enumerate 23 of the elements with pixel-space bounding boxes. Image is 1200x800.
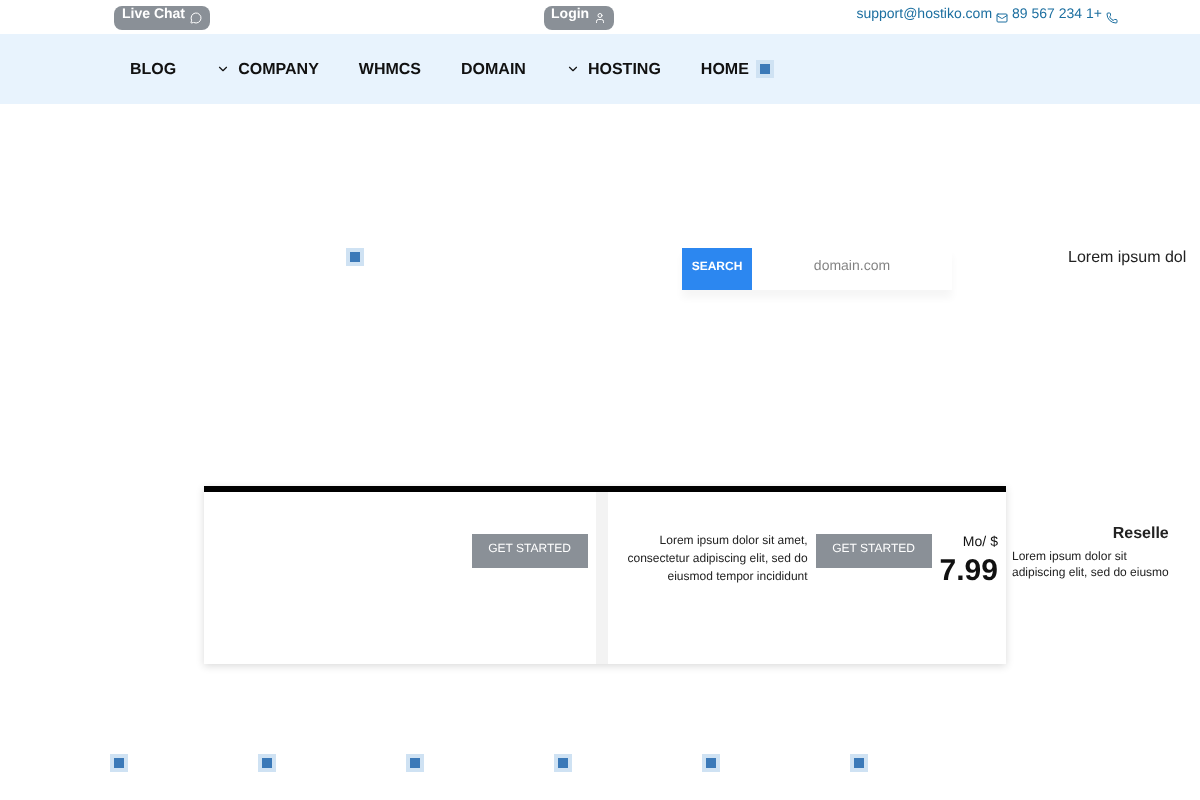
- broken-image-icon: [258, 754, 276, 772]
- broken-image-icon: [702, 754, 720, 772]
- nav-link[interactable]: HOME: [700, 57, 775, 81]
- broken-image-icon: [756, 60, 775, 78]
- broken-image-icon: [110, 754, 128, 772]
- nav-link[interactable]: WHMCS: [358, 57, 422, 81]
- nav-link[interactable]: BLOG: [130, 57, 177, 81]
- phone-icon: [1106, 11, 1118, 23]
- lorem-text: Lorem ipsum dol: [1068, 246, 1187, 270]
- user-icon: [593, 11, 606, 23]
- mail-icon: [996, 11, 1009, 23]
- broken-image-icon: [346, 248, 364, 266]
- caret-icon: [565, 62, 580, 76]
- nav-link[interactable]: COMPANY: [216, 57, 319, 81]
- plan-title: Reselle: [1112, 522, 1169, 546]
- nav-link[interactable]: DOMAIN: [461, 57, 526, 81]
- nav-link[interactable]: HOSTING: [565, 57, 661, 81]
- chat-icon: [189, 11, 202, 23]
- broken-image-icon: [406, 754, 424, 772]
- plan-price: 7.99: [939, 555, 998, 587]
- broken-image-icon: [554, 754, 572, 772]
- broken-image-icon: [850, 754, 868, 772]
- caret-icon: [216, 62, 231, 76]
